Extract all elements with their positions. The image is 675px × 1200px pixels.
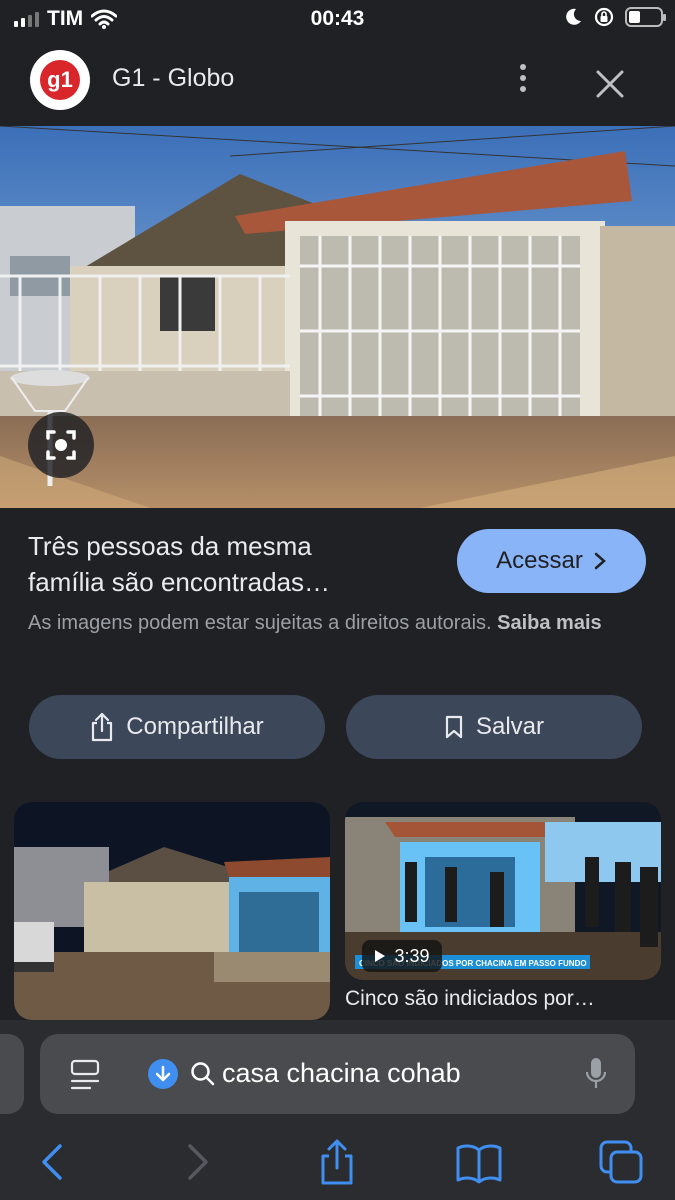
lens-search-button[interactable] xyxy=(28,412,94,478)
search-query: casa chacina cohab xyxy=(222,1058,461,1088)
result-image[interactable] xyxy=(0,126,675,508)
save-label: Salvar xyxy=(475,713,545,740)
play-icon xyxy=(375,950,386,962)
status-icons xyxy=(563,6,666,28)
previous-tab-peek[interactable] xyxy=(0,1034,24,1114)
bookmark-icon xyxy=(445,715,463,739)
save-button[interactable]: Salvar xyxy=(346,695,642,759)
video-duration: 3:39 xyxy=(394,945,430,966)
learn-more-link[interactable]: Saiba mais xyxy=(497,612,602,634)
source-header: g1 G1 - Globo xyxy=(0,40,675,126)
browser-toolbar xyxy=(0,1130,675,1190)
bookmarks-icon[interactable] xyxy=(455,1138,503,1186)
related-image-1[interactable] xyxy=(14,802,330,1020)
microphone-icon[interactable] xyxy=(584,1056,608,1092)
more-vertical-icon xyxy=(520,64,526,70)
share-button[interactable]: Compartilhar xyxy=(29,695,325,759)
copyright-text: As imagens podem estar sujeitas a direit… xyxy=(28,612,492,634)
search-icon xyxy=(191,1061,215,1085)
copyright-notice: As imagens podem estar sujeitas a direit… xyxy=(28,608,648,638)
night-house-photo xyxy=(14,802,330,1020)
source-name[interactable]: G1 - Globo xyxy=(112,64,234,93)
share-label: Compartilhar xyxy=(126,713,264,740)
lens-icon xyxy=(46,430,76,460)
g1-logo: g1 xyxy=(40,60,80,100)
battery-icon xyxy=(625,7,666,27)
source-logo[interactable]: g1 xyxy=(30,50,90,110)
house-photo xyxy=(0,126,675,508)
share-icon xyxy=(92,712,113,742)
result-title[interactable]: Três pessoas da mesma família são encont… xyxy=(28,528,428,600)
chevron-right-icon xyxy=(594,552,606,570)
more-options-button[interactable] xyxy=(505,58,541,98)
share-sheet-icon[interactable] xyxy=(313,1138,361,1186)
search-query-area[interactable]: casa chacina cohab xyxy=(190,1058,461,1089)
rotation-lock-icon xyxy=(594,7,614,27)
video-caption[interactable]: Cinco são indiciados por… xyxy=(345,987,661,1011)
video-duration-badge: 3:39 xyxy=(362,940,442,972)
visit-button[interactable]: Acessar xyxy=(457,529,646,593)
status-bar: TIM 00:43 xyxy=(0,0,675,40)
close-icon[interactable] xyxy=(588,62,632,106)
forward-icon[interactable] xyxy=(174,1138,222,1186)
tabs-icon[interactable] xyxy=(597,1138,645,1186)
page-menu-icon[interactable] xyxy=(70,1058,100,1092)
downloads-icon[interactable] xyxy=(148,1059,178,1089)
visit-button-label: Acessar xyxy=(496,547,583,574)
result-title-line1: Três pessoas da mesma xyxy=(28,531,312,561)
result-title-line2: família são encontradas… xyxy=(28,567,331,597)
moon-icon xyxy=(566,8,581,25)
address-bar[interactable]: casa chacina cohab xyxy=(40,1034,635,1114)
back-icon[interactable] xyxy=(28,1138,76,1186)
